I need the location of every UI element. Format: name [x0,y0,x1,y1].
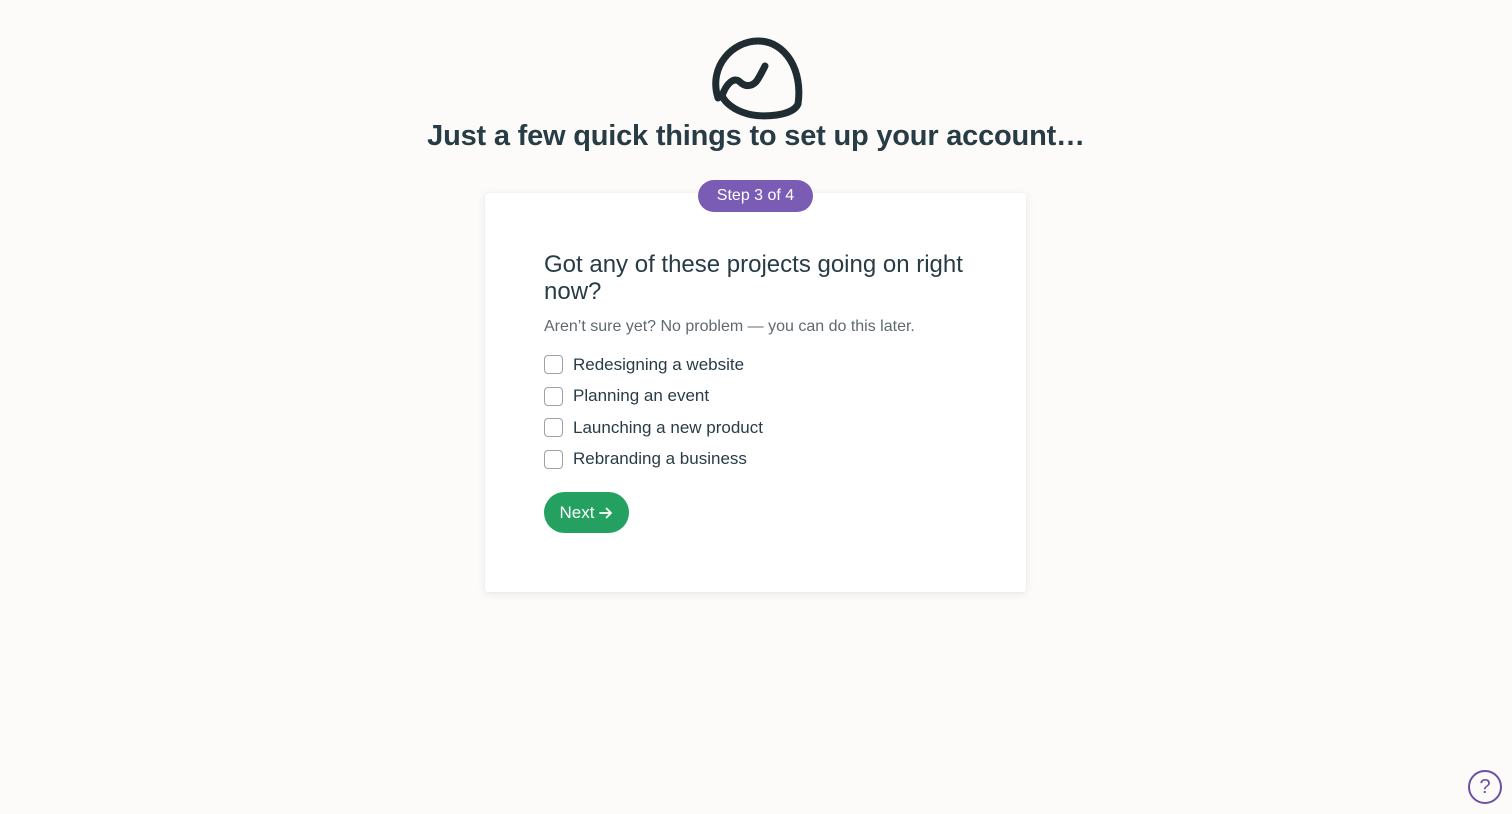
question-heading: Got any of these projects going on right… [544,251,963,305]
step-badge: Step 3 of 4 [698,180,813,212]
option-label: Planning an event [573,386,710,405]
checkbox[interactable] [544,449,563,469]
option-rebranding-business[interactable]: Rebranding a business [544,448,763,471]
next-button[interactable]: Next [544,492,629,533]
question-subtitle: Aren’t sure yet? No problem — you can do… [544,318,915,335]
option-redesigning-website[interactable]: Redesigning a website [544,353,763,376]
project-options-list: Redesigning a website Planning an event … [544,353,763,479]
help-button[interactable]: ? [1468,770,1502,804]
option-launching-product[interactable]: Launching a new product [544,416,763,439]
option-label: Redesigning a website [573,354,745,374]
next-button-label: Next [559,502,595,522]
checkbox[interactable] [544,386,563,406]
option-label: Launching a new product [573,417,763,437]
option-label: Rebranding a business [573,449,747,468]
logo-icon [712,37,803,120]
checkbox[interactable] [544,355,563,374]
question-mark-icon: ? [1479,776,1491,798]
checkbox[interactable] [544,418,563,437]
page-title: Just a few quick things to set up your a… [427,120,1085,152]
option-planning-event[interactable]: Planning an event [544,385,763,408]
setup-card: Got any of these projects going on right… [485,193,1026,592]
arrow-right-icon [599,507,613,518]
